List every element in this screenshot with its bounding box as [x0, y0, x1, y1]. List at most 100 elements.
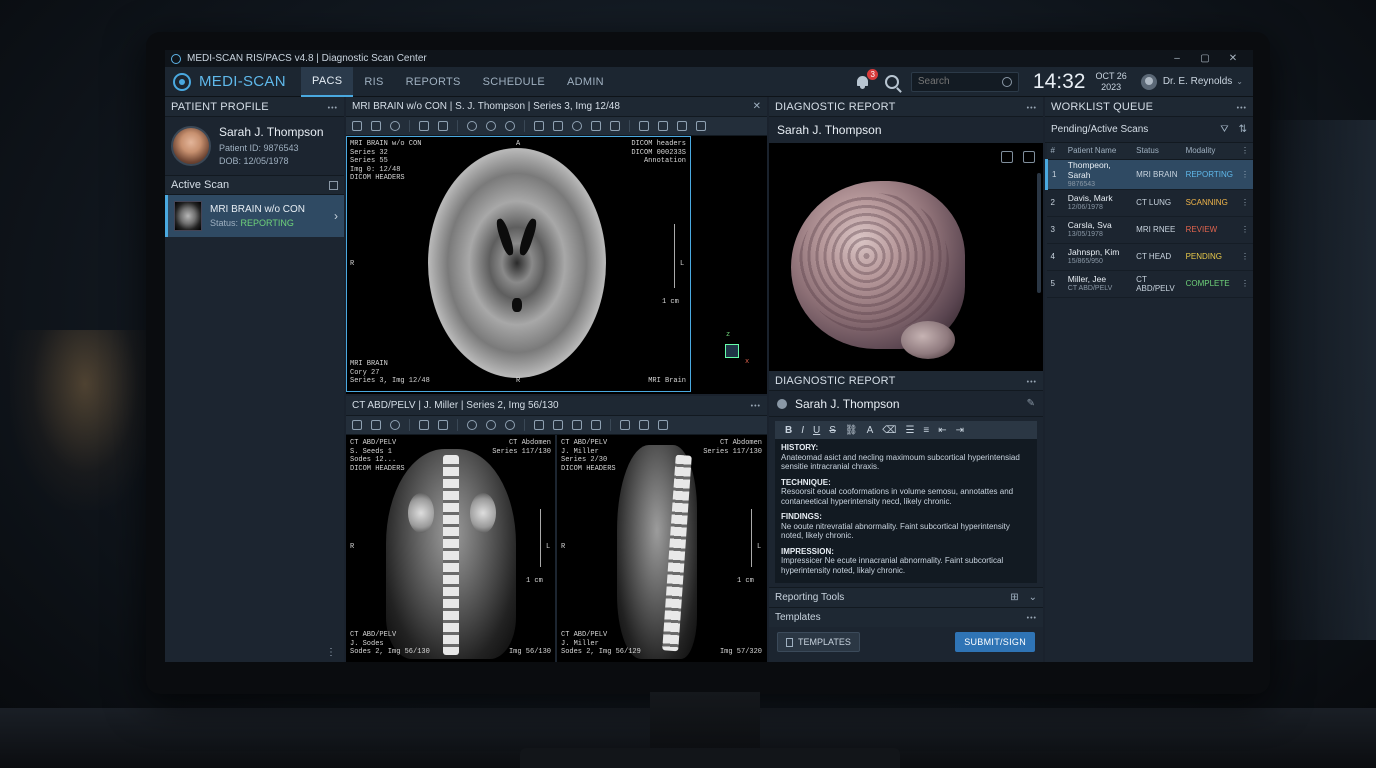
grid-icon[interactable]: ⊞ — [1010, 592, 1018, 603]
close-viewer-icon[interactable]: ✕ — [753, 101, 761, 112]
edit-pen-icon[interactable]: ✎ — [1027, 398, 1035, 409]
copy-icon[interactable] — [610, 121, 620, 131]
row-menu-icon[interactable]: ⋮ — [1236, 270, 1253, 298]
row-menu-icon[interactable]: ⋮ — [1236, 243, 1253, 271]
zoom-fit-icon[interactable] — [505, 121, 515, 131]
rotate-icon[interactable] — [390, 420, 400, 430]
worklist-row[interactable]: 4 Jahnspn, Kim 15/865/950 CT HEAD PENDING ⋮ — [1046, 243, 1253, 271]
minimize-button[interactable]: – — [1163, 53, 1191, 64]
eraser-icon[interactable]: ⌫ — [882, 425, 896, 436]
capture-icon[interactable] — [658, 121, 668, 131]
report-text-editor[interactable]: HISTORY: Anateomad asict and necling max… — [775, 439, 1037, 583]
open-folder-icon[interactable] — [352, 121, 362, 131]
orientation-cube-icon[interactable] — [725, 344, 739, 358]
sort-icon[interactable]: ⇅ — [1239, 124, 1247, 135]
underline-icon[interactable]: U — [813, 425, 820, 436]
zoom-in-icon[interactable] — [467, 420, 477, 430]
select-tool-icon[interactable] — [371, 420, 381, 430]
row-menu-icon[interactable]: ⋮ — [1236, 159, 1253, 190]
column-header-modality[interactable]: Modality — [1181, 143, 1237, 160]
column-header-status[interactable]: Status — [1132, 143, 1182, 160]
column-menu-icon[interactable]: ⋮ — [1236, 143, 1253, 160]
pan-hand-icon[interactable] — [553, 121, 563, 131]
more-options-icon[interactable] — [1027, 375, 1037, 387]
crop-icon[interactable] — [438, 121, 448, 131]
pan-hand-icon[interactable] — [553, 420, 563, 430]
zoom-in-icon[interactable] — [467, 121, 477, 131]
annotate-icon[interactable] — [419, 121, 429, 131]
expand-icon[interactable] — [329, 180, 338, 190]
column-header-patient[interactable]: Patient Name — [1063, 143, 1133, 160]
copy-icon[interactable] — [591, 420, 601, 430]
open-folder-icon[interactable] — [352, 420, 362, 430]
more-options-icon[interactable] — [1027, 101, 1037, 113]
submit-sign-button[interactable]: SUBMIT/SIGN — [955, 632, 1035, 652]
panel-menu-icon[interactable]: ⋮ — [326, 647, 336, 658]
worklist-row[interactable]: 3 Carsla, Sva 13/05/1978 MRI RNEE REVIEW ⋮ — [1046, 216, 1253, 244]
window-level-icon[interactable] — [534, 420, 544, 430]
outdent-icon[interactable]: ⇤ — [938, 425, 946, 436]
search-input[interactable] — [917, 76, 1002, 87]
rotate-icon[interactable] — [390, 121, 400, 131]
filter-icon[interactable]: ⛛ — [1220, 124, 1228, 135]
select-tool-icon[interactable] — [371, 121, 381, 131]
grid-icon[interactable] — [677, 121, 687, 131]
zoom-out-icon[interactable] — [486, 420, 496, 430]
logo[interactable]: MEDI-SCAN — [165, 72, 301, 91]
tab-schedule[interactable]: SCHEDULE — [472, 67, 556, 97]
tab-reports[interactable]: REPORTS — [395, 67, 472, 97]
fullscreen-icon[interactable] — [696, 121, 706, 131]
more-options-icon[interactable] — [328, 101, 338, 113]
annotate-icon[interactable] — [419, 420, 429, 430]
bold-icon[interactable]: B — [785, 425, 792, 436]
zoom-fit-icon[interactable] — [505, 420, 515, 430]
tab-ris[interactable]: RIS — [353, 67, 394, 97]
render-scrollbar[interactable] — [1037, 173, 1041, 293]
layout-icon[interactable] — [620, 420, 630, 430]
link-icon[interactable]: ⛓ — [845, 425, 858, 436]
more-options-icon[interactable] — [1237, 101, 1247, 113]
worklist-row[interactable]: 2 Davis, Mark 12/06/1978 CT LUNG SCANNING ⋮ — [1046, 189, 1253, 217]
numbered-list-icon[interactable]: ≡ — [923, 425, 929, 436]
row-menu-icon[interactable]: ⋮ — [1236, 216, 1253, 244]
grid-icon[interactable] — [658, 420, 668, 430]
user-menu[interactable]: Dr. E. Reynolds ⌄ — [1140, 73, 1243, 90]
tab-pacs[interactable]: PACS — [301, 66, 354, 97]
search-icon[interactable] — [884, 74, 899, 89]
close-window-button[interactable]: ✕ — [1219, 53, 1247, 64]
column-header-number[interactable]: # — [1046, 143, 1064, 160]
worklist-row[interactable]: 1 Thompeon, Sarah 9876543 MRI BRAIN REPORTIN… — [1044, 159, 1253, 190]
measure-icon[interactable] — [591, 121, 601, 131]
search-field[interactable] — [910, 71, 1019, 92]
window-level-icon[interactable] — [534, 121, 544, 131]
ct-sagittal-viewport[interactable]: CT ABD/PELV J. Miller Series 2/30 DICOM … — [557, 435, 767, 662]
strikethrough-icon[interactable]: S — [829, 425, 836, 436]
snapshot-icon[interactable] — [1023, 151, 1035, 163]
templates-button[interactable]: TEMPLATES — [777, 632, 860, 652]
search-field-icon[interactable] — [1001, 76, 1012, 87]
move-icon[interactable] — [572, 121, 582, 131]
more-options-icon[interactable] — [1027, 612, 1037, 623]
capture-icon[interactable] — [639, 420, 649, 430]
measure-icon[interactable] — [572, 420, 582, 430]
mri-image-area[interactable]: MRI BRAIN w/o CON Series 32 Series 55 Im… — [346, 136, 767, 394]
active-scan-item[interactable]: MRI BRAIN w/o CON Status: REPORTING › — [165, 195, 344, 237]
notifications-bell-icon[interactable]: 3 — [855, 68, 878, 90]
indent-icon[interactable]: ⇥ — [956, 425, 964, 436]
worklist-row[interactable]: 5 Miller, Jee CT ABD/PELV CT ABD/PELV COMPLE… — [1046, 270, 1253, 298]
ct-coronal-viewport[interactable]: CT ABD/PELV S. Seeds 1 Sodes 12... DICOM… — [346, 435, 555, 662]
bulleted-list-icon[interactable]: ☰ — [905, 425, 914, 436]
chevron-down-icon[interactable]: ⌄ — [1029, 592, 1037, 603]
layout-icon[interactable] — [639, 121, 649, 131]
row-menu-icon[interactable]: ⋮ — [1236, 189, 1253, 217]
more-options-icon[interactable] — [751, 400, 761, 411]
tab-admin[interactable]: ADMIN — [556, 67, 615, 97]
brain-3d-render[interactable] — [769, 143, 1043, 371]
maximize-button[interactable]: ▢ — [1191, 53, 1219, 64]
crop-icon[interactable] — [438, 420, 448, 430]
italic-icon[interactable]: I — [801, 425, 804, 436]
reporting-tools-bar[interactable]: Reporting Tools ⊞ ⌄ — [769, 587, 1043, 607]
highlight-icon[interactable]: A — [867, 425, 874, 436]
expand-view-icon[interactable] — [1001, 151, 1013, 163]
zoom-out-icon[interactable] — [486, 121, 496, 131]
